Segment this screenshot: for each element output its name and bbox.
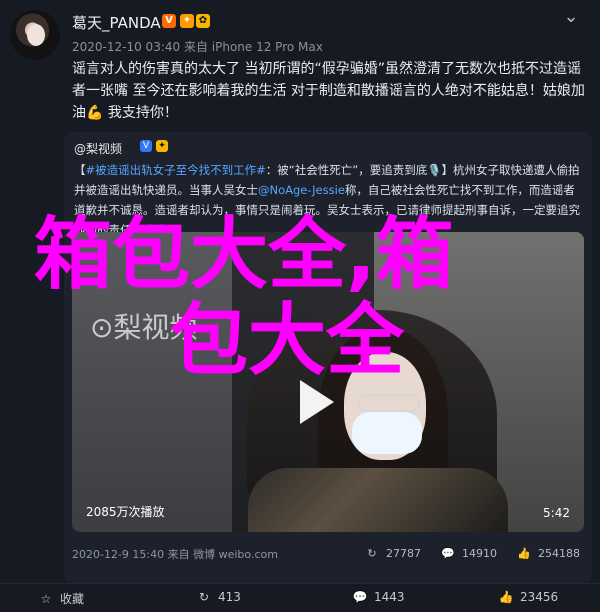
video-player[interactable]: ⊙梨视频 2085万次播放 5:42 — [72, 232, 584, 532]
like-count: 23456 — [520, 590, 559, 604]
repost-button[interactable]: ↻ 413 — [196, 590, 241, 604]
quote-repost[interactable]: ↻ 27787 — [364, 547, 421, 560]
weibo-post: 葛天_PANDA V ✦ ✿ 2020-12-10 03:40 来自 iPhon… — [0, 0, 600, 612]
quote-prefix: 【 — [74, 163, 86, 177]
like-icon: 👍 — [498, 590, 514, 604]
video-bg-left — [72, 232, 232, 532]
post-body: 谣言对人的伤害真的太大了 当初所谓的“假孕骗婚”虽然澄清了无数次也抵不过造谣者一… — [72, 61, 585, 121]
author-name[interactable]: 葛天_PANDA — [72, 12, 161, 33]
quote-hashtag[interactable]: #被造谣出轨女子至今找不到工作# — [86, 163, 266, 177]
video-clothes — [248, 468, 508, 532]
comment-button[interactable]: 💬 1443 — [352, 590, 405, 604]
video-duration: 5:42 — [543, 506, 570, 520]
post-actions: ☆ 收藏 ↻ 413 💬 1443 👍 23456 — [0, 583, 600, 612]
quote-comment[interactable]: 💬 14910 — [440, 547, 497, 560]
fan-badge: ✿ — [196, 14, 210, 28]
comment-icon: 💬 — [441, 547, 455, 560]
star-icon: ☆ — [40, 592, 52, 606]
quote-like[interactable]: 👍 254188 — [516, 547, 580, 560]
verified-icon: V — [140, 140, 152, 152]
crown-icon: ✦ — [156, 140, 168, 152]
vip-badge: ✦ — [180, 14, 194, 28]
quoted-post[interactable]: @梨视频 V ✦ 【#被造谣出轨女子至今找不到工作#：被“社会性死亡”，要追责到… — [64, 132, 592, 584]
favorite-button[interactable]: ☆ 收藏 — [38, 590, 84, 607]
quoted-meta: 2020-12-9 15:40 来自 微博 weibo.com — [72, 548, 278, 561]
avatar[interactable] — [10, 10, 60, 60]
video-watermark: ⊙梨视频 — [90, 311, 198, 344]
repost-icon: ↻ — [367, 547, 377, 560]
verified-badge: V — [162, 14, 176, 28]
repost-count: 413 — [218, 590, 241, 604]
comment-icon: 💬 — [352, 590, 368, 604]
like-button[interactable]: 👍 23456 — [498, 590, 559, 604]
quote-like-count: 254188 — [538, 547, 580, 560]
quote-comment-count: 14910 — [462, 547, 497, 560]
repost-icon: ↻ — [198, 590, 210, 604]
glasses-icon — [358, 394, 420, 412]
quoted-text: 【#被造谣出轨女子至今找不到工作#：被“社会性死亡”，要追责到底🎙️】杭州女子取… — [74, 160, 582, 240]
favorite-label: 收藏 — [60, 592, 85, 606]
post-meta: 2020-12-10 03:40 来自 iPhone 12 Pro Max — [72, 40, 323, 54]
chevron-down-icon[interactable]: ⌄ — [560, 6, 582, 28]
play-icon[interactable] — [300, 380, 334, 424]
quote-mention[interactable]: @NoAge-Jessie — [258, 183, 345, 197]
like-icon: 👍 — [517, 547, 531, 560]
play-count: 2085万次播放 — [86, 505, 165, 519]
mask-icon — [352, 412, 422, 454]
quoted-author[interactable]: @梨视频 — [74, 140, 122, 157]
quote-repost-count: 27787 — [386, 547, 421, 560]
comment-count: 1443 — [374, 590, 405, 604]
